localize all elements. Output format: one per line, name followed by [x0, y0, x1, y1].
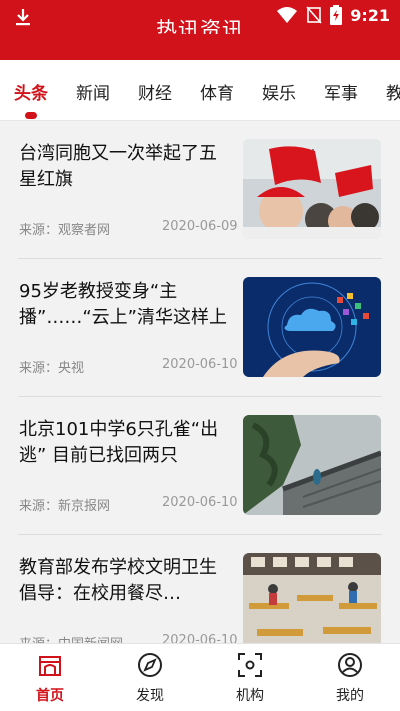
article-thumbnail — [243, 553, 381, 643]
article-thumbnail — [243, 139, 381, 239]
nav-discover[interactable]: 发现 — [100, 644, 200, 711]
scan-icon — [238, 653, 262, 677]
home-icon — [39, 656, 61, 676]
article-thumbnail — [243, 277, 381, 377]
tab-finance[interactable]: 财经 — [138, 79, 172, 104]
nav-profile[interactable]: 我的 — [300, 644, 400, 711]
article-date: 2020-06-10 — [162, 495, 238, 510]
compass-icon — [138, 653, 162, 677]
article-date: 2020-06-10 — [162, 357, 238, 372]
article-title: 台湾同胞又一次举起了五星红旗 — [19, 143, 217, 190]
article-source: 来源：新京报网 — [19, 499, 111, 514]
list-item[interactable]: 教育部发布学校文明卫生倡导：在校用餐尽… 来源：中国新闻网 2020-06-10 — [0, 535, 400, 643]
tab-headlines[interactable]: 头条 — [14, 79, 48, 104]
status-bar: 9:21 热讯资讯 — [0, 0, 400, 42]
tab-entertainment[interactable]: 娱乐 — [262, 79, 296, 104]
article-source: 来源：观察者网 — [19, 223, 111, 238]
nav-discover-label: 发现 — [136, 688, 164, 704]
tab-military[interactable]: 军事 — [324, 79, 358, 104]
article-title: 95岁老教授变身“主播”……“云上”清华这样上 — [19, 281, 227, 328]
list-item[interactable]: 台湾同胞又一次举起了五星红旗 来源：观察者网 2020-06-09 — [0, 121, 400, 259]
article-title: 北京101中学6只孔雀“出逃” 目前已找回两只 — [19, 419, 219, 466]
tab-education[interactable]: 教 — [386, 79, 400, 104]
nav-home-label: 首页 — [36, 688, 64, 704]
article-date: 2020-06-09 — [162, 219, 238, 234]
tab-sports[interactable]: 体育 — [200, 79, 234, 104]
nav-institution[interactable]: 机构 — [200, 644, 300, 711]
article-source: 来源：央视 — [19, 361, 85, 376]
list-item[interactable]: 95岁老教授变身“主播”……“云上”清华这样上 来源：央视 2020-06-10 — [0, 259, 400, 397]
app-bar — [0, 34, 400, 60]
active-tab-indicator — [25, 112, 37, 119]
news-feed[interactable]: 台湾同胞又一次举起了五星红旗 来源：观察者网 2020-06-09 95岁老教授… — [0, 121, 400, 643]
tab-news[interactable]: 新闻 — [76, 79, 110, 104]
category-tabs: 头条 新闻 财经 体育 娱乐 军事 教 — [0, 60, 400, 121]
nav-home[interactable]: 首页 — [0, 644, 100, 711]
bottom-navigation: 首页 发现 机构 我的 — [0, 643, 400, 711]
nav-institution-label: 机构 — [236, 688, 264, 704]
nav-profile-label: 我的 — [336, 688, 364, 704]
article-thumbnail — [243, 415, 381, 515]
user-icon — [338, 653, 362, 677]
list-item[interactable]: 北京101中学6只孔雀“出逃” 目前已找回两只 来源：新京报网 2020-06-… — [0, 397, 400, 535]
article-source: 来源：中国新闻网 — [19, 633, 123, 643]
article-title: 教育部发布学校文明卫生倡导：在校用餐尽… — [19, 557, 217, 604]
article-date: 2020-06-10 — [162, 633, 238, 643]
